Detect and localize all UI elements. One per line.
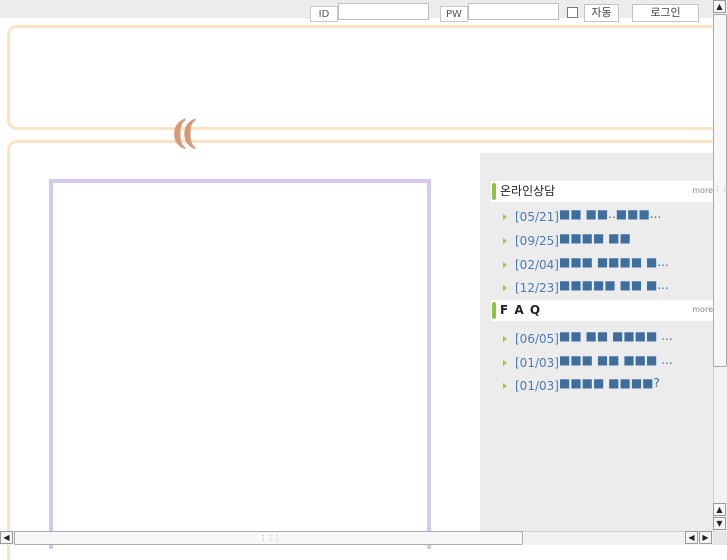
bullet-arrow-icon — [503, 238, 507, 244]
vertical-grip-icon: ⋮⋮⋮ — [714, 185, 727, 193]
quote-ornament-icon: (( — [171, 113, 197, 153]
item-title[interactable]: ■■■ ■■ ■■■ ... — [559, 352, 673, 368]
scroll-up-icon[interactable]: ▲ — [713, 0, 726, 13]
section-bar-icon — [492, 302, 496, 319]
id-input[interactable] — [338, 3, 429, 20]
consult-section-title: 온라인상담 — [500, 184, 556, 198]
faq-more-link[interactable]: more — [692, 305, 713, 315]
bullet-arrow-icon — [503, 285, 507, 291]
scrollbar-corner — [713, 531, 727, 545]
main-content-box — [49, 179, 431, 549]
scroll-left-icon[interactable]: ◀ — [0, 531, 13, 544]
item-date: [01/03] — [515, 356, 559, 370]
item-date: [01/03] — [515, 379, 559, 393]
bullet-arrow-icon — [503, 214, 507, 220]
item-date: [05/21] — [515, 210, 559, 224]
item-title[interactable]: ■■■■■ ■■ ■... — [559, 277, 669, 293]
id-label: ID — [310, 6, 338, 22]
scroll-down-icon[interactable]: ▼ — [713, 517, 726, 530]
item-title[interactable]: ■■■■ ■■■■? — [559, 375, 660, 391]
bullet-arrow-icon — [503, 336, 507, 342]
consult-more-link[interactable]: more — [692, 186, 713, 196]
auto-login-label[interactable]: 자동 — [584, 4, 619, 22]
auto-login-checkbox[interactable] — [567, 7, 578, 18]
consult-section-header: 온라인상담 more — [491, 181, 713, 202]
item-title[interactable]: ■■ ■■..■■■... — [559, 206, 661, 222]
bullet-arrow-icon — [503, 360, 507, 366]
faq-section-header: F A Q more — [491, 300, 713, 321]
faq-section-title: F A Q — [500, 303, 542, 317]
item-title[interactable]: ■■■ ■■■■ ■... — [559, 254, 669, 270]
item-title[interactable]: ■■■■ ■■ — [559, 230, 631, 246]
bullet-arrow-icon — [503, 262, 507, 268]
section-bar-icon — [492, 183, 496, 200]
scroll-left-icon[interactable]: ◀ — [685, 531, 698, 544]
item-date: [12/23] — [515, 281, 559, 295]
item-date: [02/04] — [515, 258, 559, 272]
item-date: [06/05] — [515, 332, 559, 346]
pw-label: PW — [440, 6, 468, 22]
scroll-right-icon[interactable]: ▶ — [699, 531, 712, 544]
header-frame — [7, 25, 727, 130]
pw-input[interactable] — [468, 3, 559, 20]
scroll-up-icon[interactable]: ▲ — [713, 503, 726, 516]
item-date: [09/25] — [515, 234, 559, 248]
horizontal-grip-icon: ⋮⋮⋮ — [260, 534, 281, 542]
bullet-arrow-icon — [503, 383, 507, 389]
item-title[interactable]: ■■ ■■ ■■■■ ... — [559, 328, 673, 344]
login-button[interactable]: 로그인 — [632, 4, 699, 22]
